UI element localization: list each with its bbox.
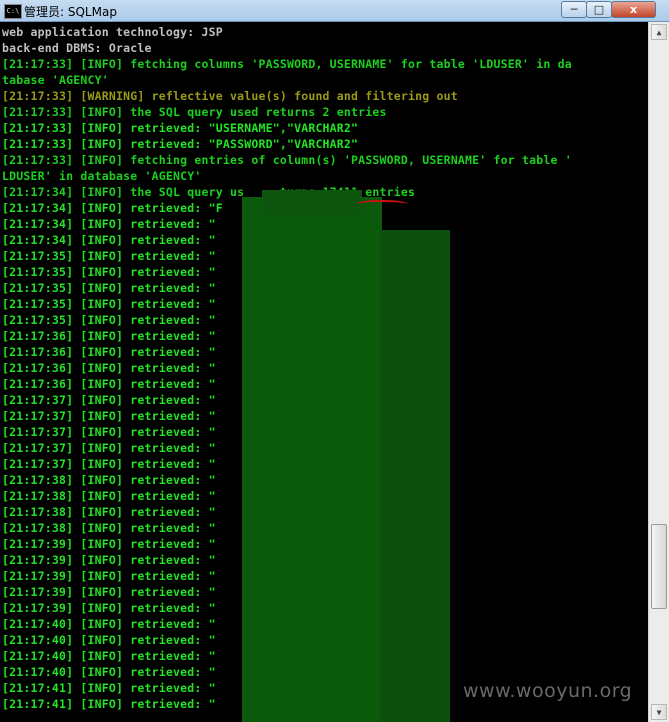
console-line: [21:17:33] [INFO] retrieved: "USERNAME",… [2,121,359,135]
console-icon: C:\ [4,4,22,19]
redaction-block [380,230,450,722]
console-line: [21:17:33] [INFO] fetching columns 'PASS… [2,57,572,71]
redaction-block [262,190,362,214]
scroll-thumb[interactable] [651,524,667,609]
console-line: [21:17:33] [INFO] fetching entries of co… [2,153,572,167]
console-line: [21:17:33] [WARNING] reflective value(s)… [2,89,458,103]
scroll-down-arrow-icon[interactable]: ▼ [651,704,667,720]
vertical-scrollbar[interactable]: ▲ ▼ [648,22,669,722]
minimize-button[interactable]: ─ [561,1,587,18]
scroll-up-arrow-icon[interactable]: ▲ [651,24,667,40]
close-button[interactable]: x [611,1,656,18]
console-line: [21:17:33] [INFO] the SQL query used ret… [2,105,387,119]
console-line: [21:17:33] [INFO] retrieved: "PASSWORD",… [2,137,359,151]
console-line: web application technology: JSP [2,25,223,39]
watermark: www.wooyun.org [463,680,633,702]
annotation-underline [356,200,408,208]
maximize-button[interactable]: □ [586,1,612,18]
window-title: 管理员: SQLMap [24,5,117,19]
title-bar[interactable]: C:\ 管理员: SQLMap ─ □ x [0,0,669,22]
console-line: tabase 'AGENCY' [2,73,109,87]
console-line: LDUSER' in database 'AGENCY' [2,169,202,183]
console-line: back-end DBMS: Oracle [2,41,152,55]
redaction-block [242,197,382,722]
